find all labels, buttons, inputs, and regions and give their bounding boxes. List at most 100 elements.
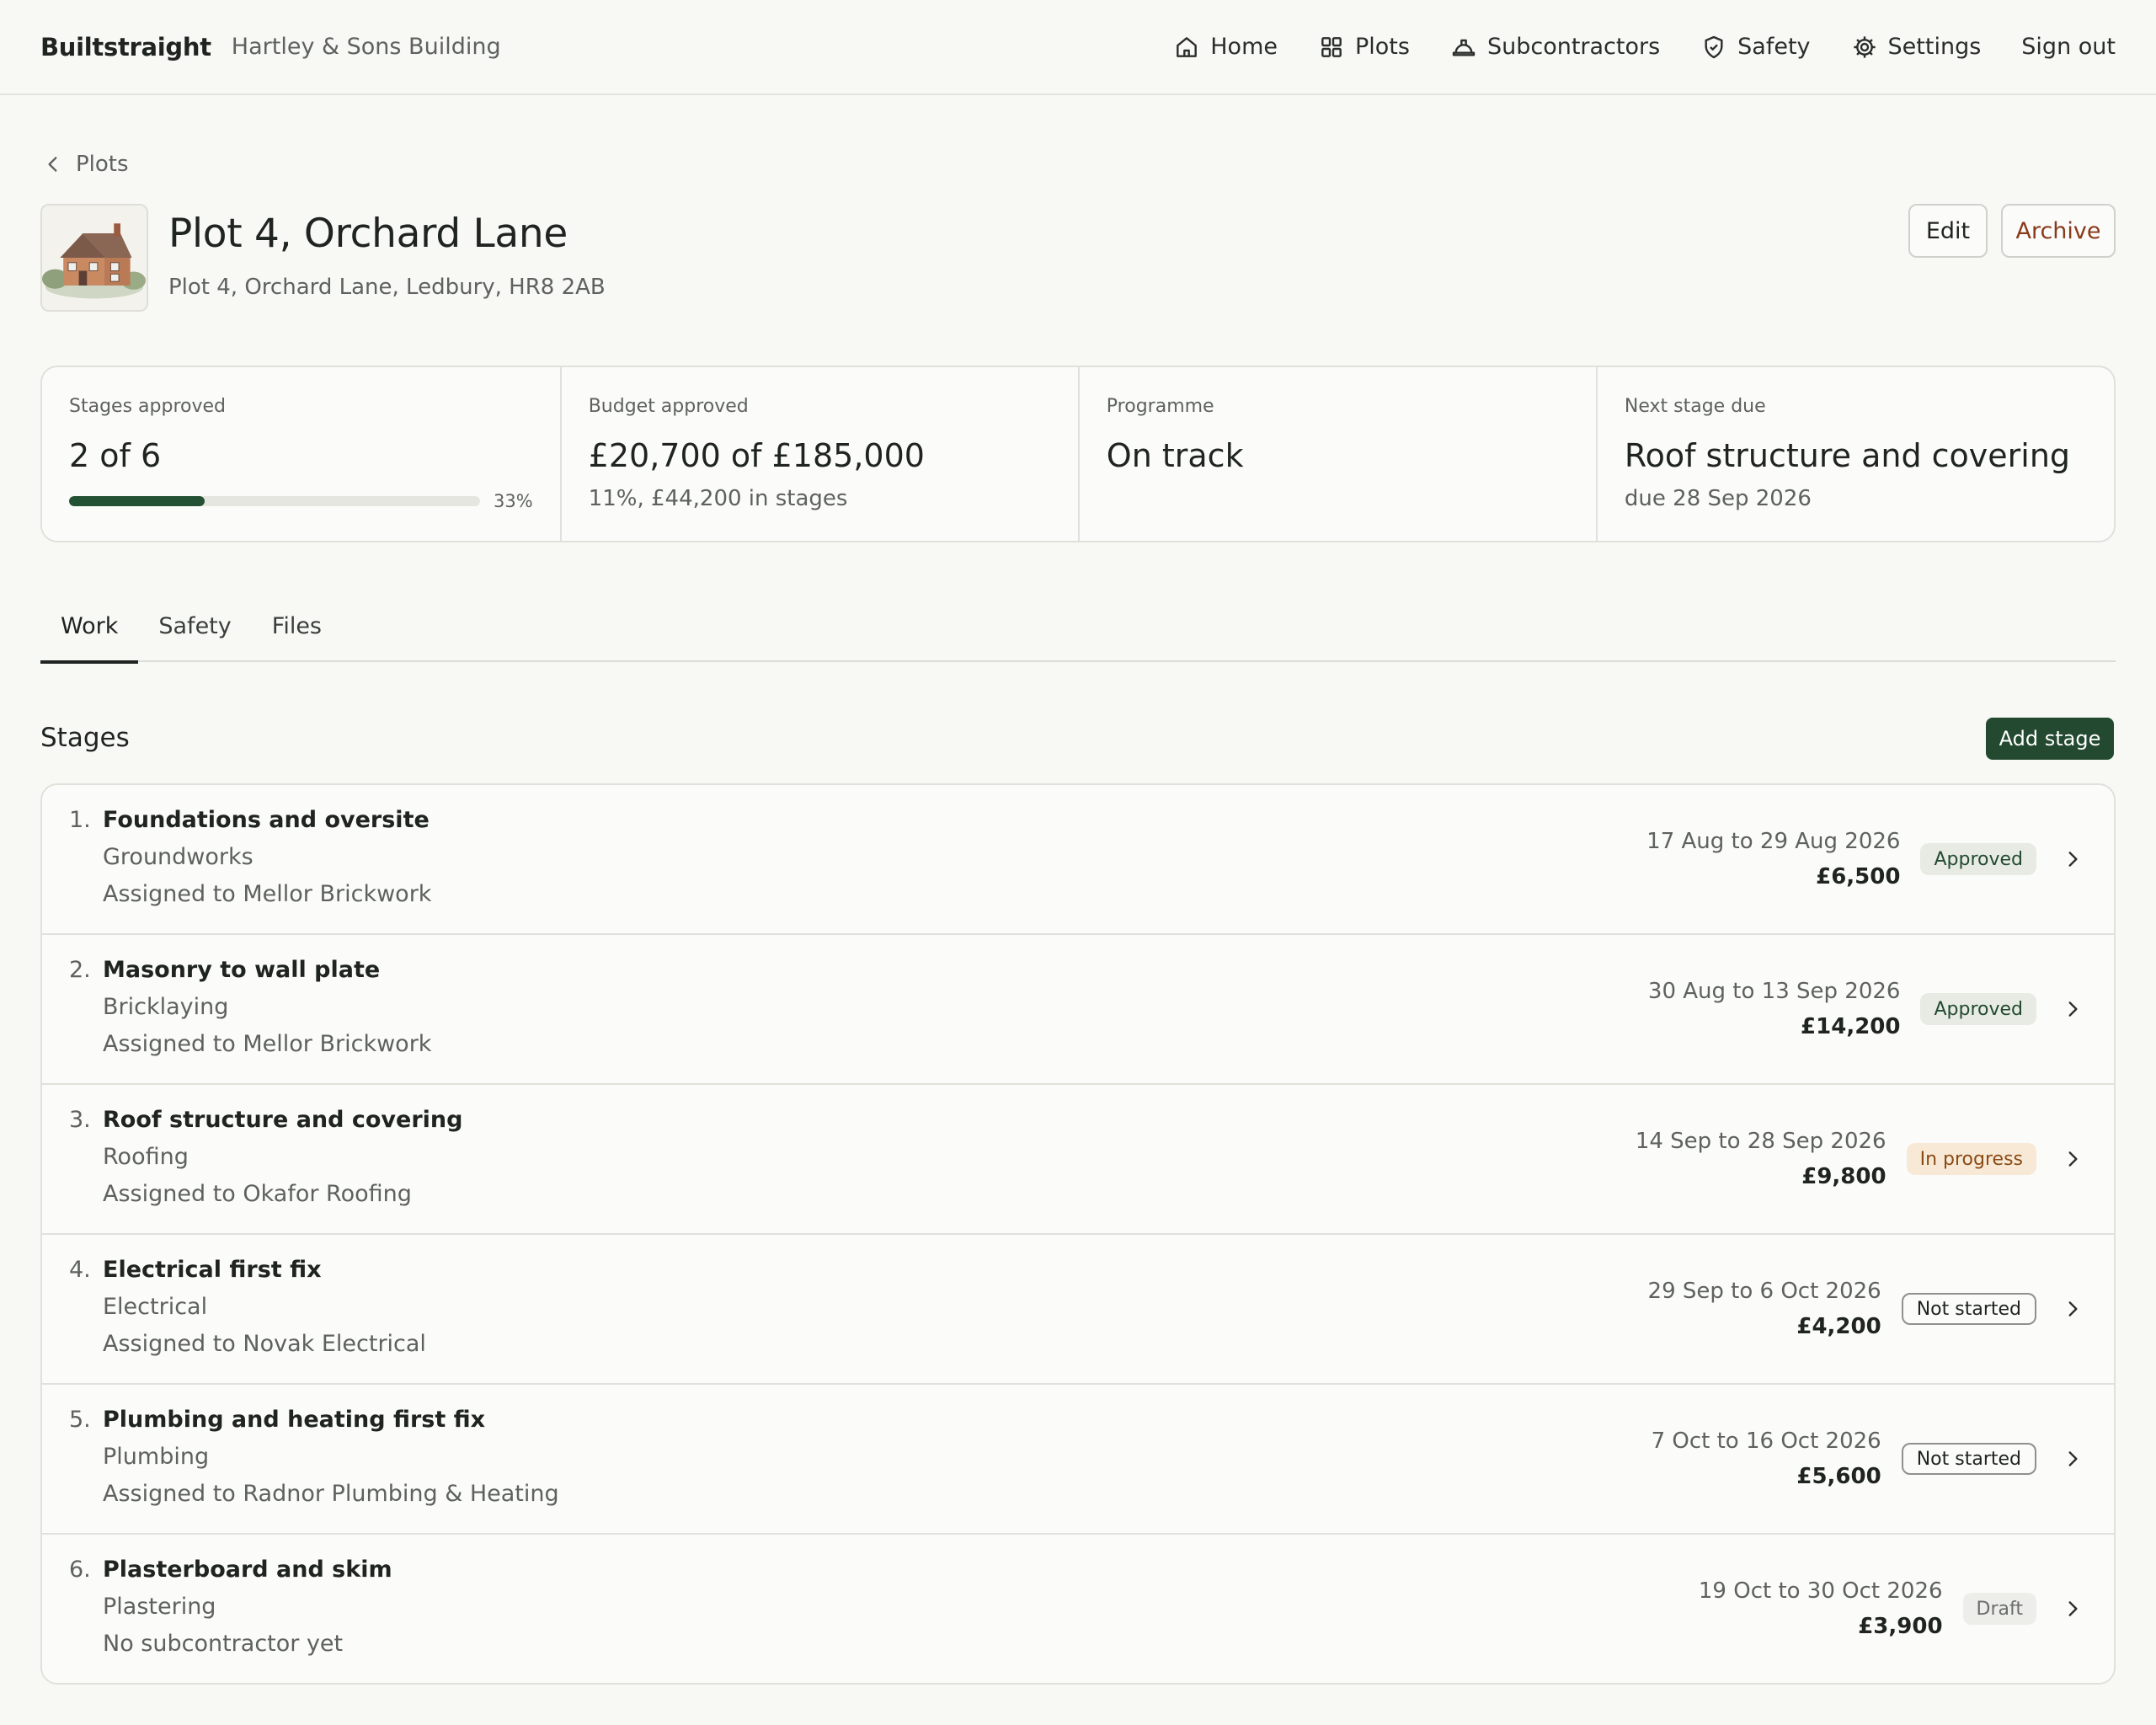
nav-item-label: Plots [1354, 34, 1410, 60]
stage-details: 14 Sep to 28 Sep 2026 £9,800 In progress [1636, 1085, 2084, 1233]
stage-details: 17 Aug to 29 Aug 2026 £6,500 Approved [1646, 785, 2084, 933]
nav-item-safety[interactable]: Safety [1700, 34, 1811, 61]
stage-row[interactable]: 4. Electrical first fix Electrical Assig… [42, 1235, 2114, 1385]
stage-meta: 29 Sep to 6 Oct 2026 £4,200 [1648, 1279, 1881, 1339]
stage-row[interactable]: 5. Plumbing and heating first fix Plumbi… [42, 1385, 2114, 1535]
top-nav-bar: Builtstraight Hartley & Sons Building Ho… [0, 0, 2156, 95]
status-badge: Not started [1901, 1443, 2036, 1475]
stage-trade: Electrical [103, 1294, 208, 1320]
stage-dates: 30 Aug to 13 Sep 2026 [1647, 979, 1901, 1004]
chevron-left-icon [48, 157, 57, 172]
stage-row[interactable]: 2. Masonry to wall plate Bricklaying Ass… [42, 935, 2114, 1085]
page-title: Plot 4, Orchard Lane [168, 211, 568, 257]
stage-name: Plasterboard and skim [103, 1557, 392, 1583]
stages-progress: 33% [69, 491, 533, 511]
stage-row[interactable]: 1. Foundations and oversite Groundworks … [42, 785, 2114, 935]
hard-hat-icon [1452, 39, 1476, 56]
summary-label: Budget approved [588, 396, 749, 417]
nav-item-subcontractors[interactable]: Subcontractors [1450, 34, 1660, 61]
stage-number: 6. [69, 1557, 91, 1583]
brand-name[interactable]: Builtstraight [40, 33, 211, 61]
tab-safety[interactable]: Safety [138, 600, 251, 662]
summary-programme: Programme On track [1080, 367, 1598, 541]
stage-dates: 29 Sep to 6 Oct 2026 [1647, 1279, 1881, 1304]
stage-trade: Plastering [103, 1594, 216, 1620]
plot-summary-card: Stages approved 2 of 6 33% Budget approv… [40, 366, 2116, 542]
stage-amount: £5,600 [1796, 1464, 1881, 1489]
stage-meta: 30 Aug to 13 Sep 2026 £14,200 [1648, 979, 1901, 1039]
gear-icon [1853, 35, 1876, 58]
stage-trade: Roofing [103, 1144, 189, 1170]
status-badge: Not started [1901, 1293, 2036, 1325]
stage-amount: £3,900 [1858, 1614, 1943, 1639]
stage-number: 1. [69, 807, 91, 833]
stage-meta: 17 Aug to 29 Aug 2026 £6,500 [1646, 829, 1900, 889]
nav-item-plots[interactable]: Plots [1318, 34, 1410, 61]
summary-stages-approved: Stages approved 2 of 6 33% [42, 367, 562, 541]
summary-label: Next stage due [1624, 396, 1766, 417]
stage-row[interactable]: 3. Roof structure and covering Roofing A… [42, 1085, 2114, 1235]
main-nav: Home Plots Subcontractors Safety Setting… [1133, 0, 2116, 93]
edit-button[interactable]: Edit [1908, 204, 1988, 258]
chevron-right-icon [2068, 1151, 2078, 1167]
stage-assignee: Assigned to Mellor Brickwork [103, 1031, 432, 1057]
add-stage-button[interactable]: Add stage [1986, 718, 2114, 760]
chevron-right-icon [2068, 1001, 2078, 1017]
status-badge: Approved [1920, 993, 2036, 1025]
chevron-right-icon [2068, 1451, 2078, 1466]
stage-assignee: Assigned to Novak Electrical [103, 1331, 426, 1357]
nav-item-label: Settings [1887, 34, 1982, 60]
summary-value: On track [1106, 437, 1244, 474]
shield-check-icon [1705, 35, 1723, 58]
nav-item-sign-out[interactable]: Sign out [2021, 34, 2116, 60]
back-to-plots-link[interactable]: Plots [42, 152, 129, 177]
stage-trade: Groundworks [103, 844, 253, 870]
tab-files[interactable]: Files [252, 600, 342, 662]
stage-name: Masonry to wall plate [103, 957, 381, 983]
plot-address: Plot 4, Orchard Lane, Ledbury, HR8 2AB [168, 275, 606, 300]
summary-value: 2 of 6 [69, 437, 162, 474]
grid-icon [1321, 36, 1342, 57]
stage-meta: 14 Sep to 28 Sep 2026 £9,800 [1636, 1129, 1886, 1189]
summary-label: Stages approved [69, 396, 226, 417]
stage-name: Plumbing and heating first fix [103, 1407, 486, 1433]
chevron-right-icon [2068, 852, 2078, 867]
stage-dates: 7 Oct to 16 Oct 2026 [1651, 1429, 1881, 1454]
stage-dates: 17 Aug to 29 Aug 2026 [1646, 829, 1901, 854]
stage-dates: 19 Oct to 30 Oct 2026 [1698, 1578, 1943, 1604]
nav-item-label: Safety [1737, 34, 1811, 60]
nav-item-home[interactable]: Home [1173, 34, 1278, 61]
stage-dates: 14 Sep to 28 Sep 2026 [1635, 1129, 1886, 1154]
stage-assignee: Assigned to Radnor Plumbing & Heating [103, 1481, 559, 1507]
summary-label: Programme [1106, 396, 1214, 417]
summary-value: Roof structure and covering [1624, 437, 2071, 474]
stage-number: 5. [69, 1407, 91, 1433]
stage-details: 7 Oct to 16 Oct 2026 £5,600 Not started [1652, 1385, 2084, 1533]
tab-work[interactable]: Work [40, 600, 139, 664]
chevron-right-icon [2068, 1601, 2078, 1616]
stage-meta: 7 Oct to 16 Oct 2026 £5,600 [1652, 1429, 1881, 1489]
stage-amount: £14,200 [1801, 1014, 1901, 1039]
stage-details: 19 Oct to 30 Oct 2026 £3,900 Draft [1699, 1535, 2084, 1683]
stage-meta: 19 Oct to 30 Oct 2026 £3,900 [1699, 1578, 1943, 1639]
status-badge: Approved [1920, 843, 2036, 875]
stages-heading: Stages [40, 723, 130, 753]
plot-tabs: Work Safety Files [40, 600, 2116, 664]
stage-row[interactable]: 6. Plasterboard and skim Plastering No s… [42, 1535, 2114, 1683]
nav-item-settings[interactable]: Settings [1851, 34, 1982, 61]
summary-next-stage: Next stage due Roof structure and coveri… [1598, 367, 2114, 541]
summary-value: £20,700 of £185,000 [588, 437, 925, 474]
stage-number: 3. [69, 1107, 91, 1133]
stage-list: 1. Foundations and oversite Groundworks … [40, 783, 2116, 1685]
stage-amount: £9,800 [1801, 1164, 1886, 1189]
archive-button[interactable]: Archive [2001, 204, 2116, 258]
stage-name: Electrical first fix [103, 1257, 322, 1283]
organisation-name: Hartley & Sons Building [231, 34, 501, 60]
progress-fill [69, 496, 205, 506]
stage-amount: £4,200 [1796, 1314, 1881, 1339]
stage-assignee: No subcontractor yet [103, 1631, 344, 1657]
summary-subtext: due 28 Sep 2026 [1624, 486, 1812, 511]
progress-percent: 33% [494, 491, 533, 511]
stage-details: 29 Sep to 6 Oct 2026 £4,200 Not started [1648, 1235, 2084, 1383]
summary-subtext: 11%, £44,200 in stages [588, 486, 848, 511]
